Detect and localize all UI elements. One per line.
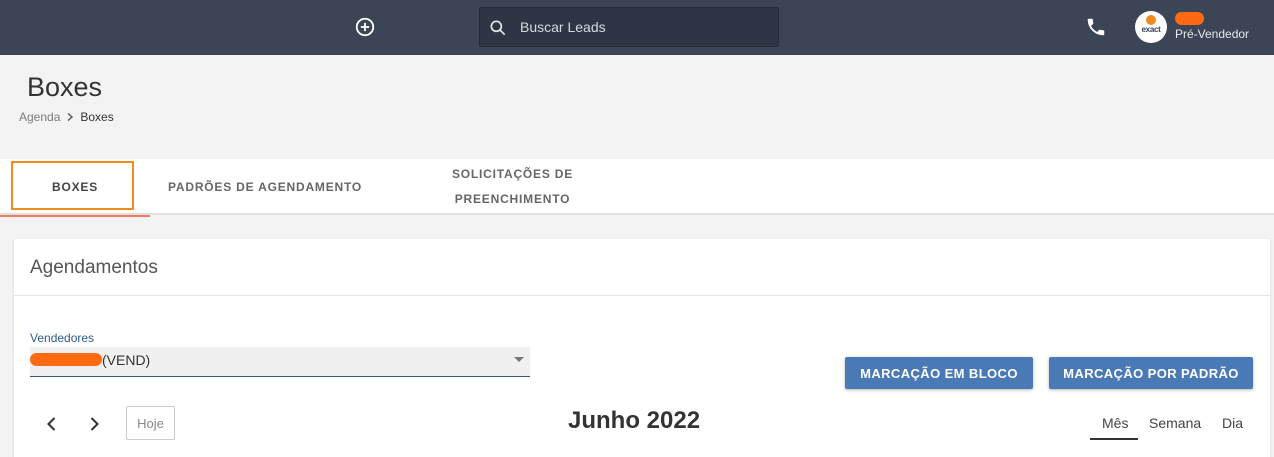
month-title: Junho 2022 xyxy=(568,407,701,434)
active-view-indicator xyxy=(1090,438,1138,440)
search-box xyxy=(479,7,779,47)
user-name-redacted xyxy=(1175,12,1204,25)
vendedores-select[interactable]: (VEND) xyxy=(30,347,530,377)
top-navbar: exact Pré-Vendedor xyxy=(0,0,1274,55)
marcacao-em-bloco-button[interactable]: MARCAÇÃO EM BLOCO xyxy=(845,357,1033,389)
search-icon xyxy=(490,20,506,36)
chevron-left-icon[interactable] xyxy=(42,414,62,434)
chevron-right-icon[interactable] xyxy=(84,414,104,434)
vendedor-name-redacted xyxy=(30,353,102,366)
agendamentos-card: Agendamentos Vendedores (VEND) MARCAÇÃO … xyxy=(14,239,1270,457)
tab-padroes-label: PADRÕES DE AGENDAMENTO xyxy=(167,179,363,194)
logo-dot xyxy=(1146,15,1156,25)
breadcrumb-agenda[interactable]: Agenda xyxy=(19,110,60,124)
breadcrumb-boxes: Boxes xyxy=(80,110,114,124)
breadcrumb: Agenda Boxes xyxy=(19,110,114,124)
view-day-button[interactable]: Dia xyxy=(1222,415,1243,431)
vendedores-label: Vendedores xyxy=(30,331,95,345)
search-input[interactable] xyxy=(520,8,770,46)
avatar-logo-text: exact xyxy=(1141,25,1161,34)
view-month-button[interactable]: Mês xyxy=(1102,415,1128,431)
user-role: Pré-Vendedor xyxy=(1175,27,1250,41)
tab-solicitacoes-label: SOLICITAÇÕES DE PREENCHIMENTO xyxy=(451,167,574,206)
user-avatar[interactable]: exact xyxy=(1135,11,1167,43)
chevron-right-icon xyxy=(67,112,74,122)
tab-solicitacoes-preenchimento[interactable]: SOLICITAÇÕES DE PREENCHIMENTO xyxy=(410,159,615,215)
tab-bar: BOXES PADRÕES DE AGENDAMENTO SOLICITAÇÕE… xyxy=(0,159,1274,217)
caret-down-icon xyxy=(514,357,524,362)
card-title: Agendamentos xyxy=(30,257,158,278)
add-circle-icon[interactable] xyxy=(354,16,376,38)
phone-icon[interactable] xyxy=(1085,16,1107,38)
tab-highlight-box xyxy=(11,161,134,210)
card-divider xyxy=(14,295,1270,296)
page-title: Boxes xyxy=(27,72,103,102)
vendedor-value: (VEND) xyxy=(102,352,151,368)
active-tab-indicator xyxy=(0,215,150,217)
marcacao-por-padrao-button[interactable]: MARCAÇÃO POR PADRÃO xyxy=(1049,357,1253,389)
view-week-button[interactable]: Semana xyxy=(1149,415,1201,431)
today-button[interactable]: Hoje xyxy=(126,406,175,440)
tab-padroes-agendamento[interactable]: PADRÕES DE AGENDAMENTO xyxy=(150,159,380,215)
